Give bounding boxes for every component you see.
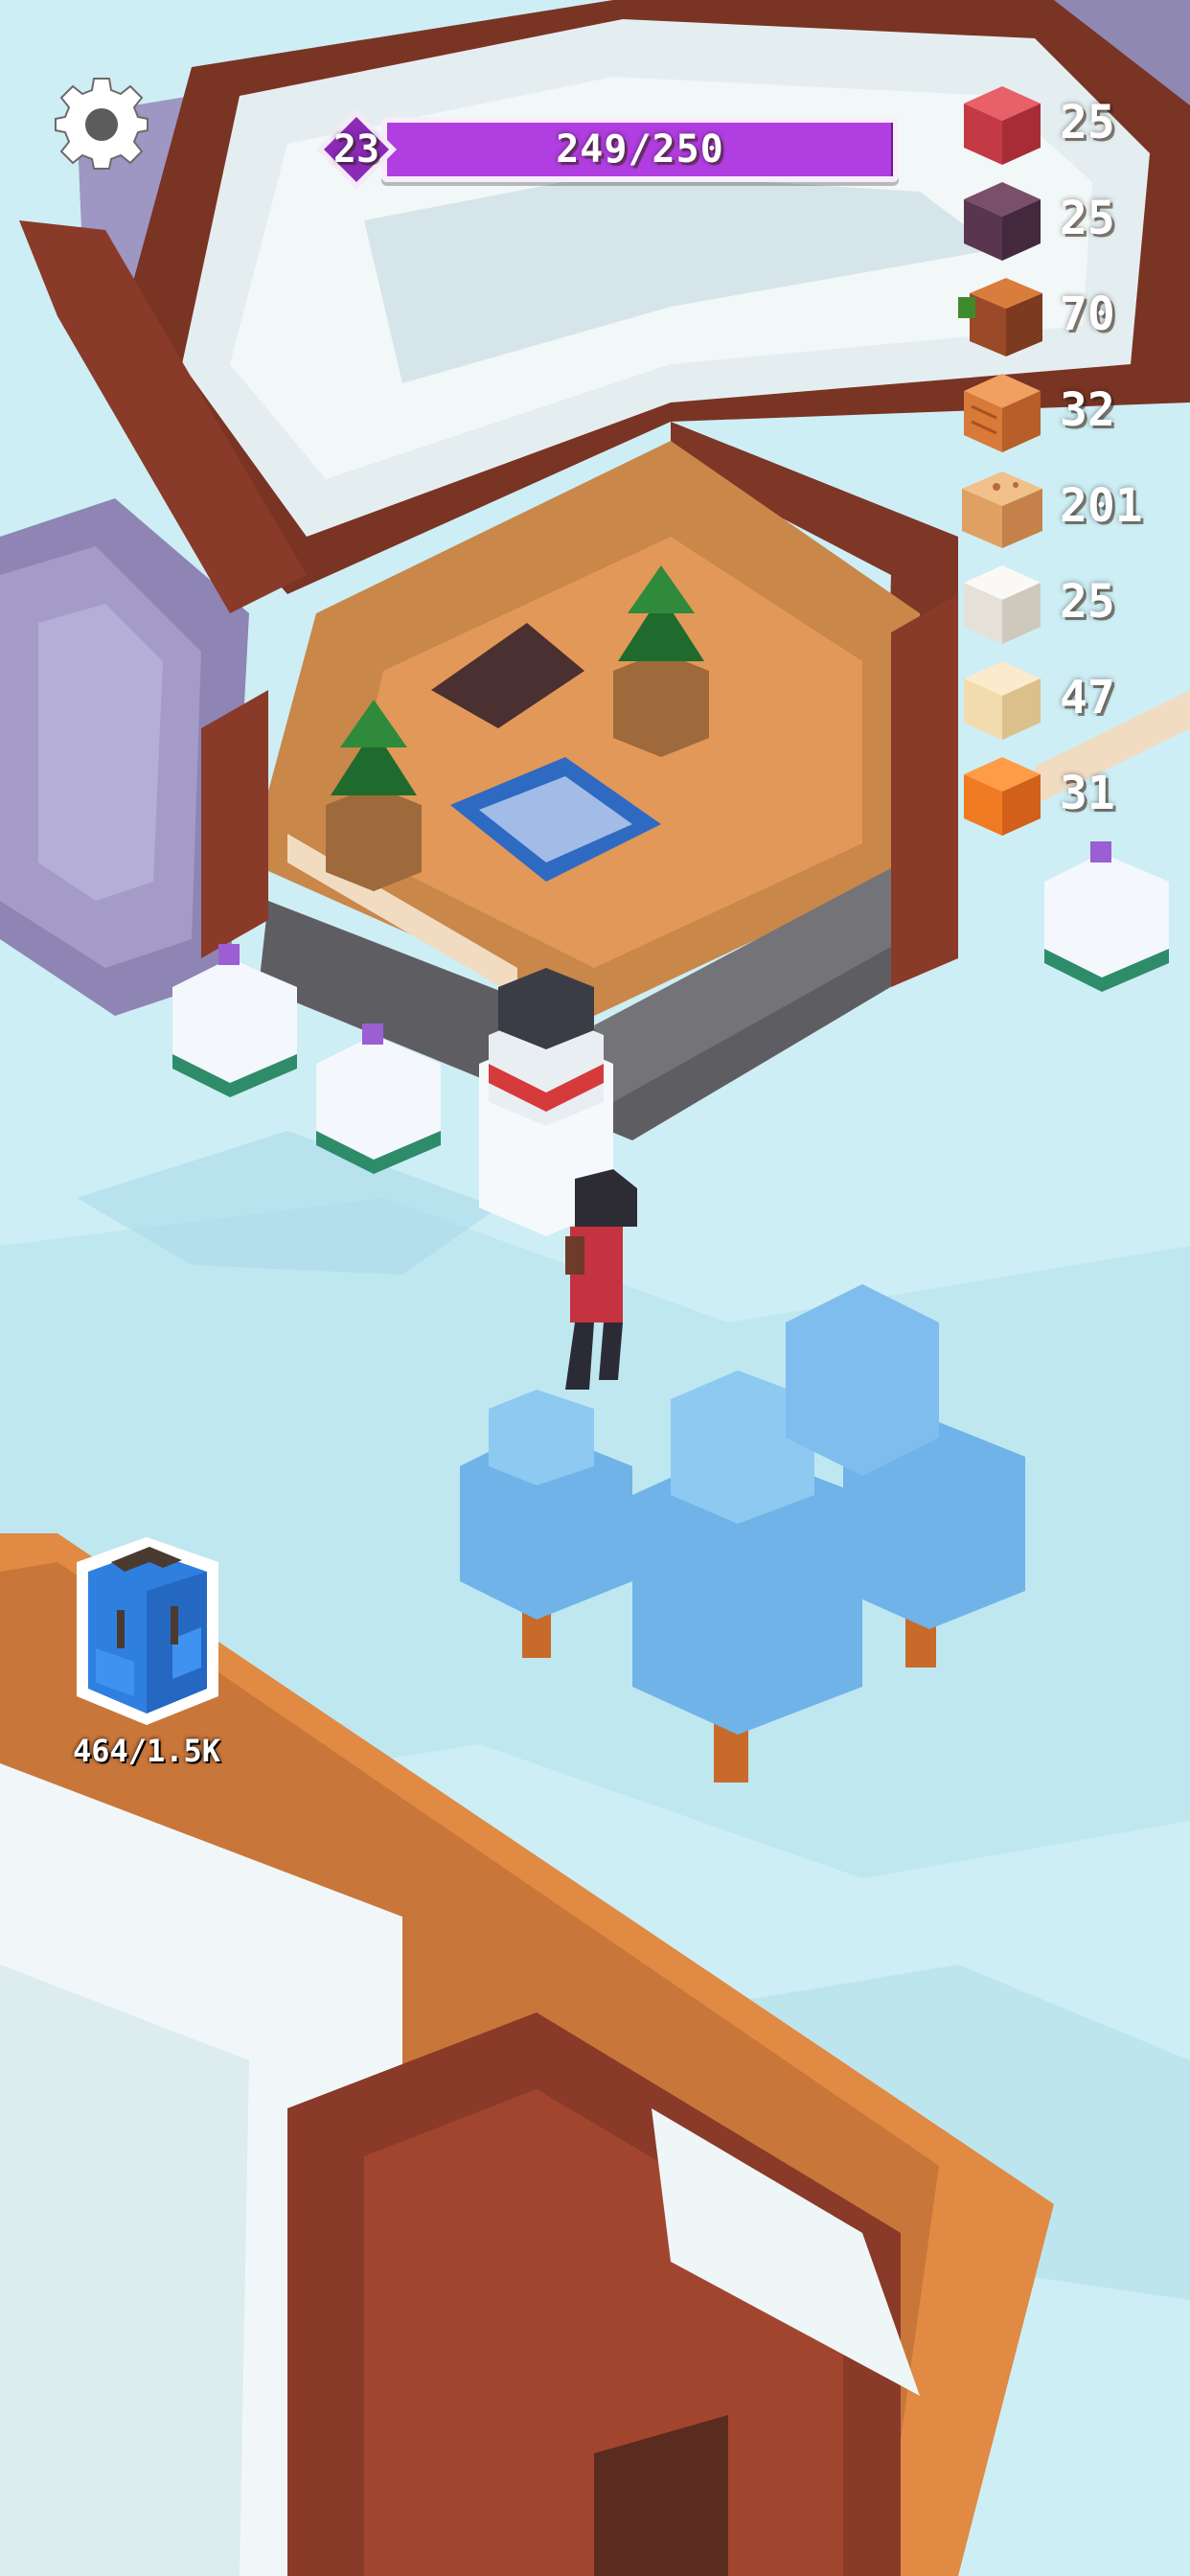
backpack-icon — [77, 1537, 218, 1725]
resource-crate[interactable]: 32 — [958, 368, 1179, 464]
level-progress: 249/250 23 — [314, 107, 908, 192]
wood-crate-icon — [964, 374, 1041, 452]
resource-count: 32 — [1060, 383, 1115, 437]
resource-orange-block[interactable]: 31 — [958, 751, 1179, 847]
dark-purple-block-icon — [964, 182, 1041, 261]
sand-block-icon — [964, 661, 1041, 740]
resource-count: 25 — [1060, 192, 1115, 245]
resource-dark-block[interactable]: 25 — [958, 176, 1179, 272]
gear-icon — [55, 78, 149, 170]
resource-count: 25 — [1060, 575, 1115, 629]
resource-sand-block[interactable]: 47 — [958, 656, 1179, 751]
resource-count: 31 — [1060, 767, 1115, 820]
plank-stack-icon — [962, 472, 1042, 548]
red-block-icon — [964, 86, 1041, 165]
white-block-icon — [964, 565, 1041, 644]
resource-list: 25 25 70 32 201 25 47 31 — [958, 80, 1179, 847]
resource-count: 201 — [1060, 479, 1143, 533]
xp-text: 249/250 — [556, 127, 724, 172]
backpack-button[interactable]: 464/1.5K — [57, 1533, 236, 1773]
backpack-capacity: 464/1.5K — [72, 1733, 221, 1769]
xp-bar: 249/250 — [381, 117, 899, 182]
settings-button[interactable] — [54, 75, 149, 171]
resource-log[interactable]: 70 — [958, 272, 1179, 368]
resource-count: 70 — [1060, 288, 1115, 341]
resource-white-block[interactable]: 25 — [958, 560, 1179, 656]
orange-block-icon — [964, 757, 1041, 836]
resource-red-block[interactable]: 25 — [958, 80, 1179, 176]
resource-planks[interactable]: 201 — [958, 464, 1179, 560]
resource-count: 25 — [1060, 96, 1115, 150]
log-sapling-icon — [958, 278, 1042, 356]
resource-count: 47 — [1060, 671, 1115, 724]
level-number: 23 — [332, 127, 380, 172]
